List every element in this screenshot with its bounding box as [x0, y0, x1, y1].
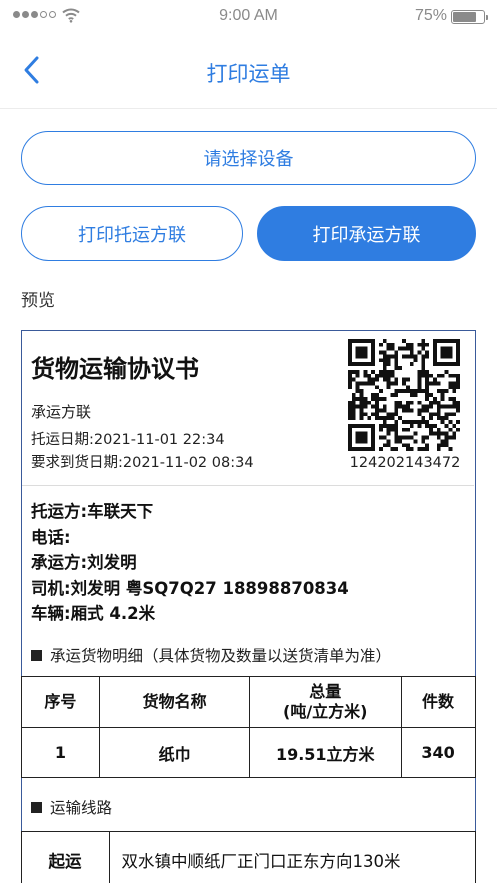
- preview-label: 预览: [21, 291, 55, 311]
- table-row: 起运 双水镇中顺纸厂正门口正东方向130米: [20, 831, 476, 883]
- goods-table-header: 序号 货物名称 总量 (吨/立方米) 件数: [20, 676, 476, 728]
- cell-name: 纸巾: [99, 727, 250, 778]
- goods-section-label: 承运货物明细（具体货物及数量以送货清单为准）: [50, 647, 392, 665]
- route-section-heading: 运输线路: [31, 796, 112, 818]
- vehicle-row: 车辆:厢式 4.2米: [31, 604, 156, 623]
- waybill-preview: 货物运输协议书 承运方联 托运日期:2021-11-01 22:34 要求到货日…: [20, 330, 476, 883]
- qr-code: [348, 339, 460, 451]
- column-header-name: 货物名称: [99, 676, 250, 728]
- waybill-header: 货物运输协议书 承运方联 托运日期:2021-11-01 22:34 要求到货日…: [22, 331, 474, 486]
- square-bullet-icon: [31, 801, 42, 813]
- square-bullet-icon: [31, 649, 42, 661]
- cell-count: 340: [400, 727, 476, 778]
- cell-index: 1: [20, 727, 101, 778]
- navigation-bar: 打印运单: [0, 32, 497, 109]
- document-title: 货物运输协议书: [31, 355, 199, 383]
- battery-percentage: 75%: [414, 7, 447, 24]
- goods-table: 序号 货物名称 总量 (吨/立方米) 件数 1 纸巾 19.51立方米 340: [20, 676, 476, 778]
- phone-row: 电话:: [31, 527, 71, 547]
- battery-icon: [451, 10, 488, 24]
- goods-section-heading: 承运货物明细（具体货物及数量以送货清单为准）: [31, 644, 391, 666]
- select-device-button[interactable]: 请选择设备: [21, 131, 476, 185]
- route-section-label: 运输线路: [50, 799, 113, 817]
- shipper-row: 托运方:车联天下: [31, 502, 154, 521]
- required-arrival-date: 要求到货日期:2021-11-02 08:34: [31, 455, 254, 471]
- print-shipper-copy-button[interactable]: 打印托运方联: [21, 206, 243, 261]
- column-header-total-line2: (吨/立方米): [283, 702, 368, 721]
- carrier-row: 承运方:刘发明: [31, 553, 137, 572]
- column-header-count: 件数: [400, 676, 476, 728]
- status-bar: 9:00 AM 75%: [0, 0, 497, 32]
- print-carrier-copy-button[interactable]: 打印承运方联: [257, 206, 476, 261]
- route-start-value: 双水镇中顺纸厂正门口正东方向130米: [108, 831, 476, 883]
- column-header-total-line1: 总量: [309, 682, 342, 701]
- party-info: 托运方:车联天下 电话: 承运方:刘发明 司机:刘发明 粤SQ7Q27 1889…: [31, 499, 471, 627]
- driver-row: 司机:刘发明 粤SQ7Q27 18898870834: [31, 578, 349, 598]
- page-title: 打印运单: [206, 62, 291, 86]
- table-row: 1 纸巾 19.51立方米 340: [20, 727, 476, 778]
- consign-date: 托运日期:2021-11-01 22:34: [31, 432, 225, 448]
- route-table: 起运 双水镇中顺纸厂正门口正东方向130米: [20, 831, 476, 883]
- qr-number: 124202143472: [349, 455, 461, 471]
- cell-total: 19.51立方米: [248, 727, 402, 778]
- column-header-total: 总量 (吨/立方米): [248, 676, 402, 728]
- copy-type: 承运方联: [31, 403, 92, 421]
- column-header-index: 序号: [20, 676, 101, 728]
- route-start-label: 起运: [20, 831, 110, 883]
